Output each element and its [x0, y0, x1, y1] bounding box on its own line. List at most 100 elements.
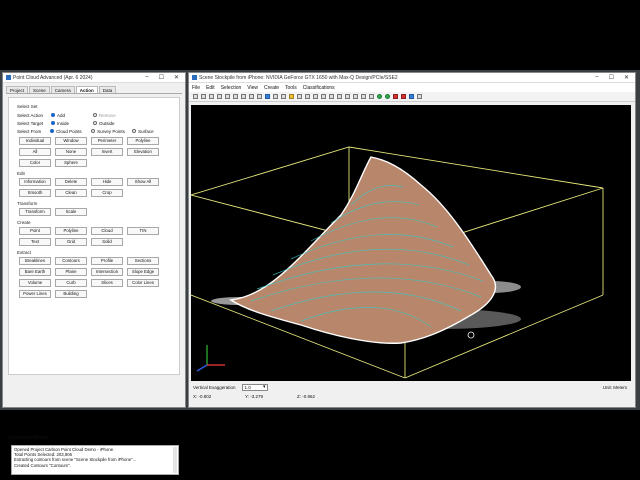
color-mode-icon[interactable] — [345, 94, 350, 99]
none-button[interactable]: None — [55, 148, 87, 156]
top-view-icon[interactable] — [265, 94, 270, 99]
invert-button[interactable]: Invert — [91, 148, 123, 156]
delete-button[interactable]: Delete — [55, 178, 87, 186]
tab-camera[interactable]: Camera — [50, 86, 75, 93]
individual-button[interactable]: Individual — [19, 137, 51, 145]
power-lines-button[interactable]: Power Lines — [19, 290, 51, 298]
play-icon[interactable] — [377, 94, 382, 99]
pan-tool-icon[interactable] — [225, 94, 230, 99]
section-icon[interactable] — [313, 94, 318, 99]
point-size-icon[interactable] — [353, 94, 358, 99]
maximize-icon[interactable]: ☐ — [159, 74, 164, 81]
information-button[interactable]: Information — [19, 178, 51, 186]
window-button[interactable]: Window — [55, 137, 87, 145]
scene-app-icon — [192, 75, 197, 80]
side-view-icon[interactable] — [281, 94, 286, 99]
close-icon[interactable]: ✕ — [174, 74, 179, 81]
measure-icon[interactable] — [305, 94, 310, 99]
camera-icon[interactable] — [409, 94, 414, 99]
color-button[interactable]: Color — [19, 159, 51, 167]
record-icon[interactable] — [385, 94, 390, 99]
polyline-create-button[interactable]: Polyline — [55, 227, 87, 235]
extra-tool-icon[interactable] — [417, 94, 422, 99]
stop-icon[interactable] — [393, 94, 398, 99]
menu-view[interactable]: View — [247, 85, 258, 91]
settings-icon[interactable] — [337, 94, 342, 99]
breaklines-button[interactable]: Breaklines — [19, 257, 51, 265]
sphere-button[interactable]: Sphere — [55, 159, 87, 167]
radio-cloud-points[interactable]: Cloud Points — [50, 129, 91, 134]
scene-close-icon[interactable]: ✕ — [624, 74, 629, 81]
cloud-button[interactable]: Cloud — [91, 227, 123, 235]
text-button[interactable]: Text — [19, 238, 51, 246]
app-icon — [6, 75, 11, 80]
tab-data[interactable]: Data — [98, 86, 117, 93]
menu-edit[interactable]: Edit — [206, 85, 215, 91]
layer-icon[interactable] — [289, 94, 294, 99]
crop-button[interactable]: Crop — [91, 189, 123, 197]
slices-button[interactable]: Slices — [91, 279, 123, 287]
intersection-button[interactable]: Intersection — [91, 268, 123, 276]
minimize-icon[interactable]: – — [145, 74, 148, 81]
radio-remove[interactable]: Remove — [93, 113, 135, 118]
contours-button[interactable]: Contours — [55, 257, 87, 265]
grid-toggle-icon[interactable] — [297, 94, 302, 99]
grid-button[interactable]: Grid — [55, 238, 87, 246]
zoom-in-icon[interactable] — [241, 94, 246, 99]
surface-icon[interactable] — [361, 94, 366, 99]
transform-button[interactable]: Transform — [19, 208, 51, 216]
command-history-log[interactable]: Opened Project Carlson Point Cloud Demo … — [11, 445, 179, 475]
building-button[interactable]: Building — [55, 290, 87, 298]
smooth-button[interactable]: Smooth — [19, 189, 51, 197]
front-view-icon[interactable] — [273, 94, 278, 99]
radio-outside[interactable]: Outside — [93, 121, 135, 126]
sections-button[interactable]: Sections — [127, 257, 159, 265]
lasso-tool-icon[interactable] — [217, 94, 222, 99]
scale-button[interactable]: Scale — [55, 208, 87, 216]
clean-button[interactable]: Clean — [55, 189, 87, 197]
radio-surface[interactable]: Surface — [132, 129, 173, 134]
scene-minimize-icon[interactable]: – — [595, 74, 598, 81]
radio-add[interactable]: Add — [51, 113, 93, 118]
contour-icon[interactable] — [369, 94, 374, 99]
window-tool-icon[interactable] — [201, 94, 206, 99]
profile-icon[interactable] — [321, 94, 326, 99]
radio-survey-points[interactable]: Survey Points — [91, 129, 132, 134]
remove-icon[interactable] — [401, 94, 406, 99]
history-scrollbar[interactable] — [173, 447, 177, 473]
3d-viewport[interactable] — [191, 105, 631, 381]
slope-edge-button[interactable]: Slope Edge — [127, 268, 159, 276]
elevation-button[interactable]: Elevation — [127, 148, 159, 156]
screenshot-icon[interactable] — [329, 94, 334, 99]
tab-project[interactable]: Project — [6, 86, 29, 93]
curb-button[interactable]: Curb — [55, 279, 87, 287]
hide-button[interactable]: Hide — [91, 178, 123, 186]
zoom-extents-icon[interactable] — [257, 94, 262, 99]
polygon-tool-icon[interactable] — [209, 94, 214, 99]
select-tool-icon[interactable] — [193, 94, 198, 99]
radio-inside[interactable]: Inside — [51, 121, 93, 126]
volume-button[interactable]: Volume — [19, 279, 51, 287]
profile-button[interactable]: Profile — [91, 257, 123, 265]
all-button[interactable]: All — [19, 148, 51, 156]
menu-file[interactable]: File — [192, 85, 200, 91]
menu-tools[interactable]: Tools — [285, 85, 297, 91]
polyline-select-button[interactable]: Polyline — [127, 137, 159, 145]
solid-button[interactable]: Solid — [91, 238, 123, 246]
bare-earth-button[interactable]: Bare Earth — [19, 268, 51, 276]
rotate-tool-icon[interactable] — [233, 94, 238, 99]
menu-create[interactable]: Create — [264, 85, 279, 91]
tin-button[interactable]: TIN — [127, 227, 159, 235]
show-all-button[interactable]: Show All — [127, 178, 159, 186]
tab-scene[interactable]: Scene — [29, 86, 50, 93]
zoom-out-icon[interactable] — [249, 94, 254, 99]
menu-selection[interactable]: Selection — [221, 85, 242, 91]
plane-button[interactable]: Plane — [55, 268, 87, 276]
tab-action[interactable]: Action — [75, 86, 98, 93]
perimeter-button[interactable]: Perimeter — [91, 137, 123, 145]
menu-classifications[interactable]: Classifications — [303, 85, 335, 91]
scene-maximize-icon[interactable]: ☐ — [609, 74, 614, 81]
point-button[interactable]: Point — [19, 227, 51, 235]
color-lines-button[interactable]: Color Lines — [127, 279, 159, 287]
vertical-exaggeration-select[interactable]: 1.0 — [241, 383, 268, 391]
